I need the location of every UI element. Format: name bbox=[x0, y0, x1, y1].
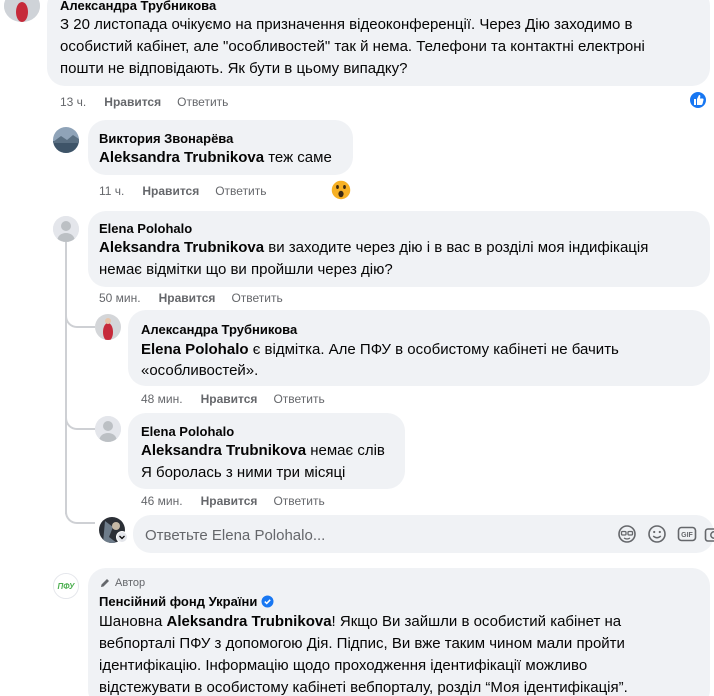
comment-text-line: Шановна Aleksandra Trubnikova! Якщо Ви з… bbox=[99, 611, 621, 632]
comment-author[interactable]: Виктория Звонарёва bbox=[99, 131, 233, 146]
mention-link[interactable]: Aleksandra Trubnikova bbox=[166, 613, 331, 630]
author-badge-label: Автор bbox=[115, 577, 146, 589]
pfu-logo: ПФУ bbox=[54, 574, 78, 598]
comment-author[interactable]: Александра Трубникова bbox=[141, 322, 297, 337]
like-button[interactable]: Нравится bbox=[159, 291, 216, 305]
comment-time[interactable]: 50 мин. bbox=[99, 291, 141, 305]
emoji-icon[interactable] bbox=[647, 524, 667, 544]
avatar-reply4[interactable] bbox=[95, 416, 121, 442]
thread-curve-reply4 bbox=[65, 400, 95, 430]
reply-button[interactable]: Ответить bbox=[273, 392, 324, 406]
comment-author[interactable]: Александра Трубникова bbox=[60, 0, 216, 13]
comment-text-line: Aleksandra Trubnikova немає слів bbox=[141, 440, 385, 461]
comment-author[interactable]: Пенсійний фонд України bbox=[99, 594, 257, 609]
thread-line-nested bbox=[65, 242, 67, 514]
sticker-icon[interactable] bbox=[617, 524, 637, 544]
avatar-reply3[interactable] bbox=[95, 314, 121, 340]
avatar-photo bbox=[53, 127, 79, 153]
reply-input-placeholder[interactable]: Ответьте Elena Polohalo... bbox=[145, 527, 325, 544]
like-button[interactable]: Нравится bbox=[104, 95, 161, 109]
comment-text: Aleksandra Trubnikova теж саме bbox=[99, 147, 332, 168]
comment-actions: 48 мин. Нравится Ответить bbox=[141, 392, 325, 406]
avatar-top-comment[interactable] bbox=[4, 0, 40, 22]
verified-badge-icon bbox=[261, 595, 274, 608]
comment-text-body: теж саме bbox=[264, 149, 332, 166]
comment-text-body: ! Якщо Ви зайшли в особистий кабінет на bbox=[331, 613, 622, 630]
pfu-logo-text: ПФУ bbox=[58, 582, 75, 591]
avatar-reply1[interactable] bbox=[53, 127, 79, 153]
mention-link[interactable]: Aleksandra Trubnikova bbox=[141, 442, 306, 459]
like-button[interactable]: Нравится bbox=[142, 184, 199, 198]
thread-curve-reply3 bbox=[65, 300, 95, 328]
comment-time[interactable]: 13 ч. bbox=[60, 95, 86, 109]
comment-actions: 13 ч. Нравится Ответить bbox=[60, 95, 228, 109]
mention-link[interactable]: Aleksandra Trubnikova bbox=[99, 239, 264, 256]
comment-text-body: Шановна bbox=[99, 613, 167, 630]
svg-text:GIF: GIF bbox=[681, 532, 693, 539]
comment-text-body: є відмітка. Але ПФУ в особистому кабінет… bbox=[248, 341, 619, 358]
comment-author[interactable]: Elena Polohalo bbox=[141, 424, 234, 439]
reply-button[interactable]: Ответить bbox=[177, 95, 228, 109]
mention-link[interactable]: Elena Polohalo bbox=[141, 341, 249, 358]
comment-author[interactable]: Elena Polohalo bbox=[99, 221, 192, 236]
default-avatar-icon bbox=[95, 416, 121, 442]
comment-text-line: З 20 листопада очікуємо на призначення в… bbox=[60, 16, 633, 33]
reply-button[interactable]: Ответить bbox=[215, 184, 266, 198]
comment-text-line: Aleksandra Trubnikova ви заходите через … bbox=[99, 237, 648, 258]
pencil-icon bbox=[101, 579, 109, 587]
avatar-reply2[interactable] bbox=[53, 216, 79, 242]
comment-text-body: ви заходите через дію і в вас в розділі … bbox=[264, 239, 649, 256]
comment-text-line: вебпорталі ПФУ з допомогою Дія. Підпис, … bbox=[99, 635, 625, 652]
comment-actions: 11 ч. Нравится Ответить bbox=[99, 184, 267, 198]
mention-link[interactable]: Aleksandra Trubnikova bbox=[99, 149, 264, 166]
comment-text-body: немає слів bbox=[306, 442, 385, 459]
avatar-photo bbox=[95, 314, 121, 340]
comment-time[interactable]: 48 мин. bbox=[141, 392, 183, 406]
account-switch-chevron-icon[interactable] bbox=[116, 531, 128, 543]
like-reaction-icon[interactable] bbox=[688, 90, 708, 110]
like-button[interactable]: Нравится bbox=[201, 392, 258, 406]
avatar-photo bbox=[4, 0, 40, 22]
comment-text-line: особистий кабінет, але "особливостей" та… bbox=[60, 38, 645, 55]
author-badge: Автор bbox=[99, 577, 145, 589]
comment-text-line: немає відмітки що ви пройшли через дію? bbox=[99, 261, 393, 278]
comment-time[interactable]: 46 мин. bbox=[141, 494, 183, 508]
comment-text-line: Я боролась з ними три місяці bbox=[141, 464, 346, 481]
comment-actions: 50 мин. Нравится Ответить bbox=[99, 291, 283, 305]
comment-text-line: Elena Polohalo є відмітка. Але ПФУ в осо… bbox=[141, 339, 619, 360]
gif-icon[interactable]: GIF bbox=[677, 524, 697, 544]
reply-button[interactable]: Ответить bbox=[231, 291, 282, 305]
author-name-row: Пенсійний фонд України bbox=[99, 594, 274, 609]
comment-text-line: відстежувати в особистому кабінеті вебпо… bbox=[99, 679, 628, 696]
comment-text-line: «особливостей». bbox=[141, 362, 259, 379]
avatar-pfu[interactable]: ПФУ bbox=[53, 573, 79, 599]
like-button[interactable]: Нравится bbox=[201, 494, 258, 508]
camera-icon[interactable] bbox=[704, 524, 714, 544]
reply-button[interactable]: Ответить bbox=[273, 494, 324, 508]
default-avatar-icon bbox=[53, 216, 79, 242]
thread-curve-input bbox=[65, 500, 95, 524]
wow-reaction-icon[interactable] bbox=[330, 179, 352, 201]
comment-time[interactable]: 11 ч. bbox=[99, 184, 124, 198]
comment-text-line: ідентифікацію. Інформацію щодо проходжен… bbox=[99, 657, 588, 674]
comment-text-line: пошти не відповідають. Як бути в цьому в… bbox=[60, 60, 408, 77]
comment-actions: 46 мин. Нравится Ответить bbox=[141, 494, 325, 508]
